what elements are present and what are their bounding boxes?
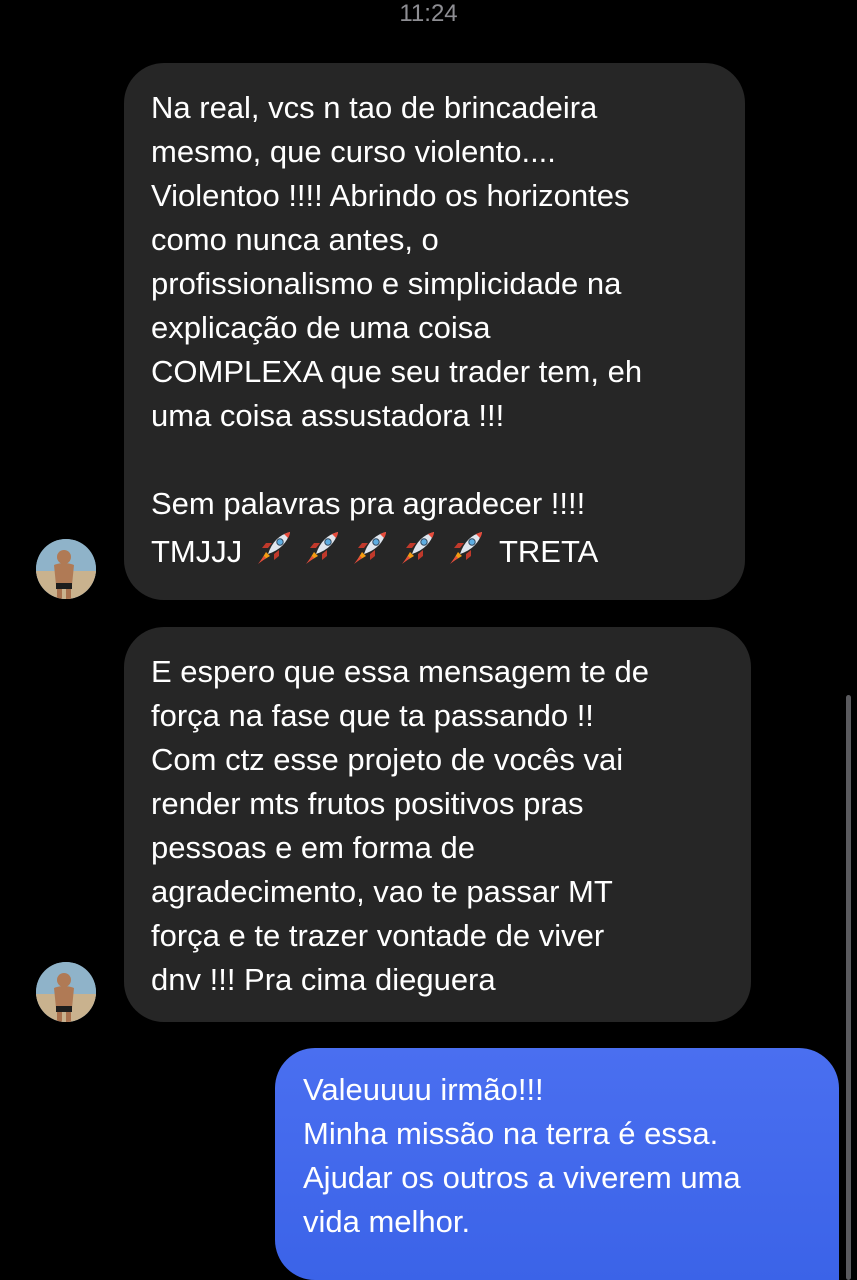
message-timestamp: 11:24 [399,0,458,27]
rocket-icon [257,532,290,564]
profile-photo-icon [36,962,96,1022]
rocket-icon [449,532,482,564]
message-tail-line: TMJJJ TRETA [151,532,599,569]
chat-screen: 11:24 Na real, vcs n tao de brincadeira … [0,0,857,1280]
avatar[interactable] [36,962,96,1022]
scrollbar[interactable] [846,695,851,1280]
outgoing-message-bubble[interactable]: Valeuuuu irmão!!! Minha missão na terra … [275,1048,839,1280]
message-text: E espero que essa mensagem te de força n… [151,654,650,997]
rocket-icon [353,532,386,564]
rocket-icon [305,532,338,564]
profile-photo-icon [36,539,96,599]
message-text: Valeuuuu irmão!!! Minha missão na terra … [303,1072,741,1239]
incoming-message-bubble[interactable]: E espero que essa mensagem te de força n… [124,627,751,1022]
rocket-icon [401,532,434,564]
incoming-message-bubble[interactable]: Na real, vcs n tao de brincadeira mesmo,… [124,63,745,600]
avatar[interactable] [36,539,96,599]
message-text: Na real, vcs n tao de brincadeira mesmo,… [151,90,643,521]
message-text-treta: TRETA [498,534,599,569]
message-text-tmjjj: TMJJJ [151,534,243,569]
rocket-emoji-row [251,532,491,569]
